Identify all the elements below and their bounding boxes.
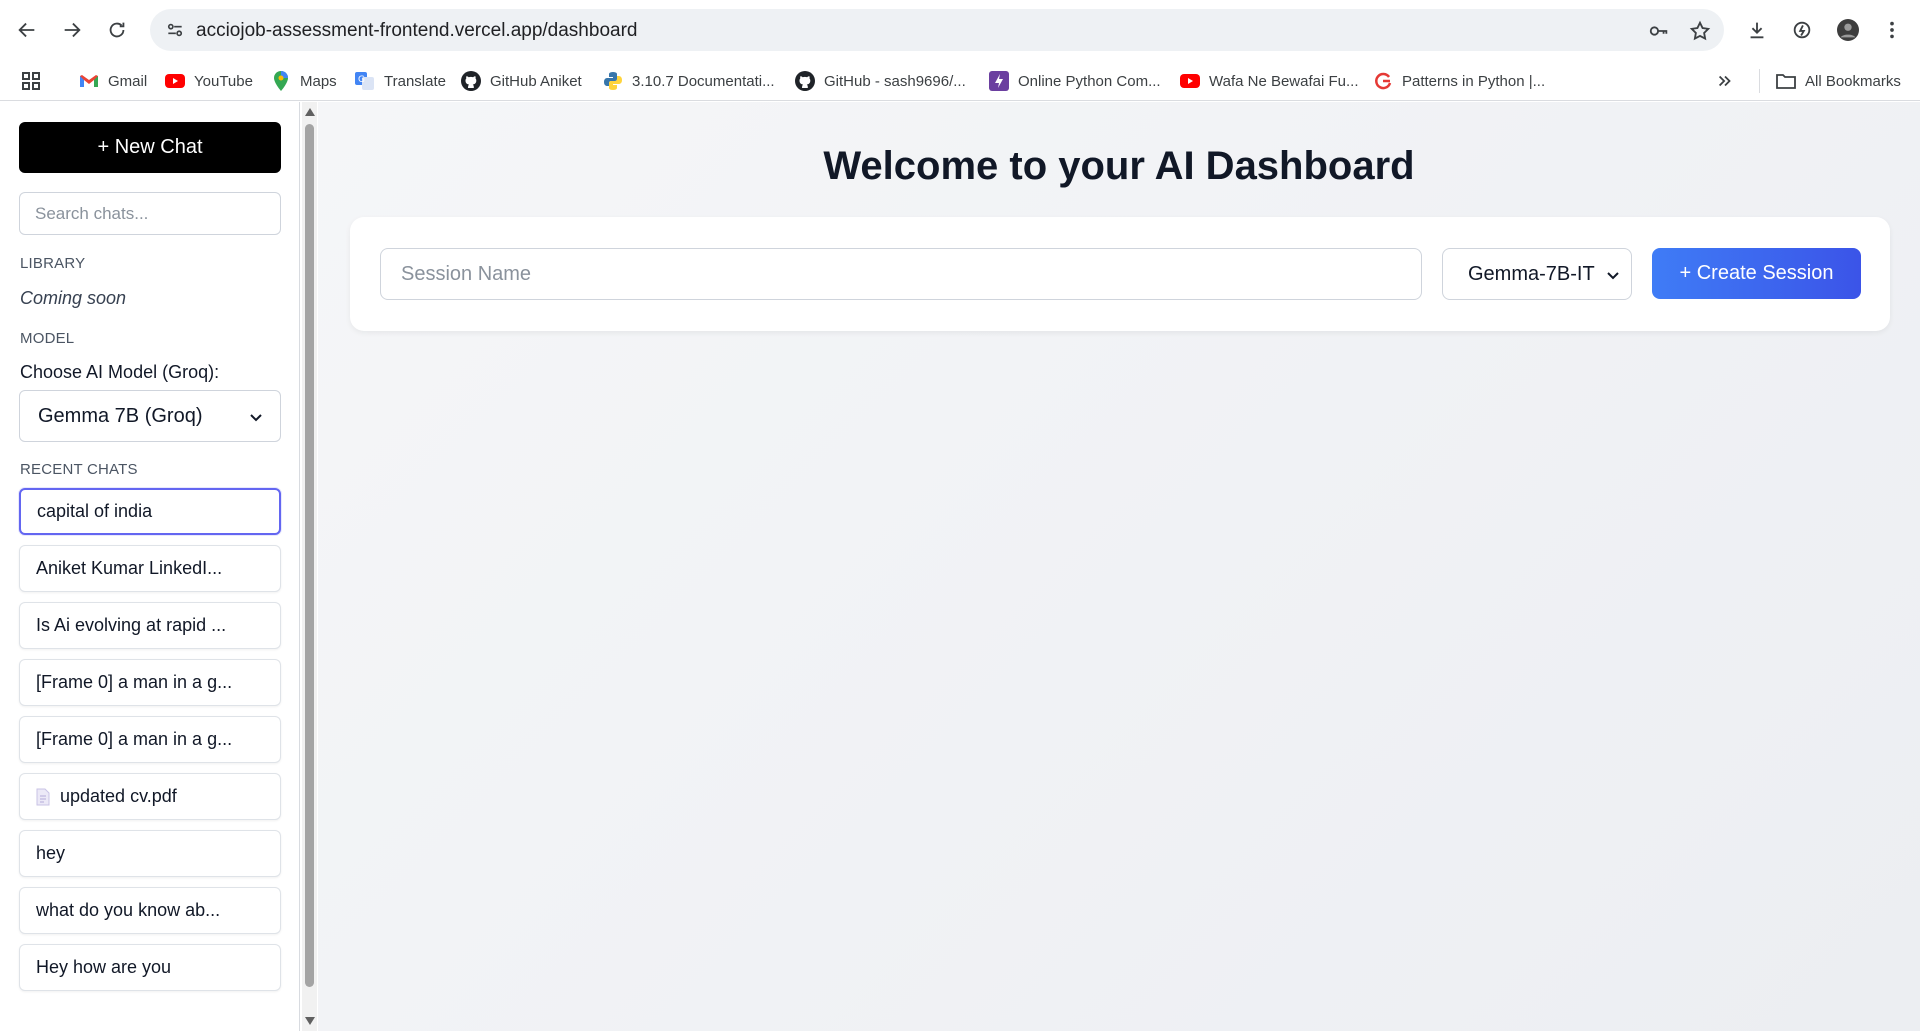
bookmarks-divider	[1759, 69, 1760, 93]
bookmark-patterns-python[interactable]: Patterns in Python |...	[1373, 69, 1545, 93]
chat-item[interactable]: Hey how are you	[19, 944, 281, 991]
chat-item-title: updated cv.pdf	[60, 786, 177, 806]
scrollbar-thumb[interactable]	[305, 124, 314, 987]
browser-toolbar: acciojob-assessment-frontend.vercel.app/…	[0, 0, 1920, 60]
session-name-input[interactable]	[380, 248, 1422, 300]
back-icon[interactable]	[9, 12, 45, 48]
chat-item-title: Hey how are you	[36, 957, 172, 977]
model-heading: MODEL	[20, 330, 75, 347]
sidebar: + New Chat LIBRARY Coming soon MODEL Cho…	[0, 102, 300, 1031]
apps-grid-icon[interactable]	[21, 69, 41, 93]
performance-icon[interactable]	[1784, 12, 1820, 48]
search-chats-input[interactable]	[19, 192, 281, 235]
scroll-down-arrow-icon[interactable]	[304, 1015, 315, 1027]
more-bookmarks-icon[interactable]	[1716, 69, 1734, 93]
library-coming-soon: Coming soon	[20, 288, 127, 308]
bookmark-python-docs[interactable]: 3.10.7 Documentati...	[603, 69, 775, 93]
chat-item-title: Is Ai evolving at rapid ...	[36, 615, 227, 635]
folder-icon	[1776, 71, 1796, 91]
menu-kebab-icon[interactable]	[1874, 12, 1910, 48]
page-title: Welcome to your AI Dashboard	[823, 144, 1415, 188]
chat-item-title: [Frame 0] a man in a g...	[36, 729, 233, 749]
bookmark-gmail[interactable]: Gmail	[79, 69, 147, 93]
forward-icon[interactable]	[54, 12, 90, 48]
svg-text:G: G	[358, 75, 365, 85]
chat-item[interactable]: hey	[19, 830, 281, 877]
chat-item-file[interactable]: updated cv.pdf	[19, 773, 281, 820]
download-icon[interactable]	[1739, 12, 1775, 48]
create-session-button[interactable]: + Create Session	[1652, 248, 1861, 299]
new-chat-button[interactable]: + New Chat	[19, 122, 281, 173]
bolt-icon	[989, 71, 1009, 91]
github-icon	[795, 71, 815, 91]
chat-item[interactable]: Aniket Kumar LinkedI...	[19, 545, 281, 592]
profile-avatar[interactable]	[1830, 12, 1866, 48]
chat-item[interactable]: Is Ai evolving at rapid ...	[19, 602, 281, 649]
bookmarks-bar: Gmail YouTube Maps G Translate GitHub An…	[0, 60, 1920, 101]
translate-icon: G	[355, 71, 375, 91]
bookmark-youtube[interactable]: YouTube	[165, 69, 253, 93]
sidebar-scrollbar[interactable]	[302, 102, 317, 1031]
chat-item[interactable]: [Frame 0] a man in a g...	[19, 659, 281, 706]
reload-icon[interactable]	[99, 12, 135, 48]
maps-icon	[271, 71, 291, 91]
youtube-icon	[165, 71, 185, 91]
password-key-icon[interactable]	[1646, 18, 1672, 44]
recent-chats-heading: RECENT CHATS	[20, 461, 138, 478]
chat-item-title: hey	[36, 843, 66, 863]
create-session-card: Gemma-7B-IT + Create Session	[350, 217, 1890, 331]
chat-item-active[interactable]: capital of india	[19, 488, 281, 535]
url-text[interactable]: acciojob-assessment-frontend.vercel.app/…	[196, 20, 637, 42]
chevron-down-icon	[250, 405, 262, 428]
model-select[interactable]: Gemma 7B (Groq)	[19, 390, 281, 442]
chevron-down-icon	[1607, 263, 1619, 286]
refresh-logo-icon	[1373, 71, 1393, 91]
chat-item-title: what do you know ab...	[36, 900, 221, 920]
bookmark-maps[interactable]: Maps	[271, 69, 337, 93]
bookmark-wafa[interactable]: Wafa Ne Bewafai Fu...	[1180, 69, 1359, 93]
scroll-up-arrow-icon[interactable]	[304, 106, 315, 118]
choose-model-label: Choose AI Model (Groq):	[20, 362, 220, 382]
session-model-select[interactable]: Gemma-7B-IT	[1442, 248, 1632, 300]
chat-item-title: capital of india	[37, 501, 153, 521]
chat-item[interactable]: what do you know ab...	[19, 887, 281, 934]
youtube-icon	[1180, 71, 1200, 91]
bookmark-github-sash[interactable]: GitHub - sash9696/...	[795, 69, 966, 93]
model-select-value: Gemma 7B (Groq)	[38, 404, 203, 427]
bookmark-translate[interactable]: G Translate	[355, 69, 446, 93]
site-settings-icon[interactable]	[162, 17, 188, 43]
document-icon	[36, 788, 50, 806]
all-bookmarks[interactable]: All Bookmarks	[1776, 69, 1901, 93]
address-bar[interactable]: acciojob-assessment-frontend.vercel.app/…	[150, 9, 1724, 51]
library-heading: LIBRARY	[20, 255, 86, 272]
chat-item-title: [Frame 0] a man in a g...	[36, 672, 233, 692]
chat-item[interactable]: [Frame 0] a man in a g...	[19, 716, 281, 763]
github-icon	[461, 71, 481, 91]
python-icon	[603, 71, 623, 91]
gmail-icon	[79, 71, 99, 91]
bookmark-online-python[interactable]: Online Python Com...	[989, 69, 1161, 93]
chat-item-title: Aniket Kumar LinkedI...	[36, 558, 223, 578]
bookmark-star-icon[interactable]	[1687, 18, 1713, 44]
main-content: Welcome to your AI Dashboard Gemma-7B-IT…	[318, 102, 1920, 1031]
bookmark-github-aniket[interactable]: GitHub Aniket	[461, 69, 582, 93]
session-model-value: Gemma-7B-IT	[1468, 262, 1595, 285]
